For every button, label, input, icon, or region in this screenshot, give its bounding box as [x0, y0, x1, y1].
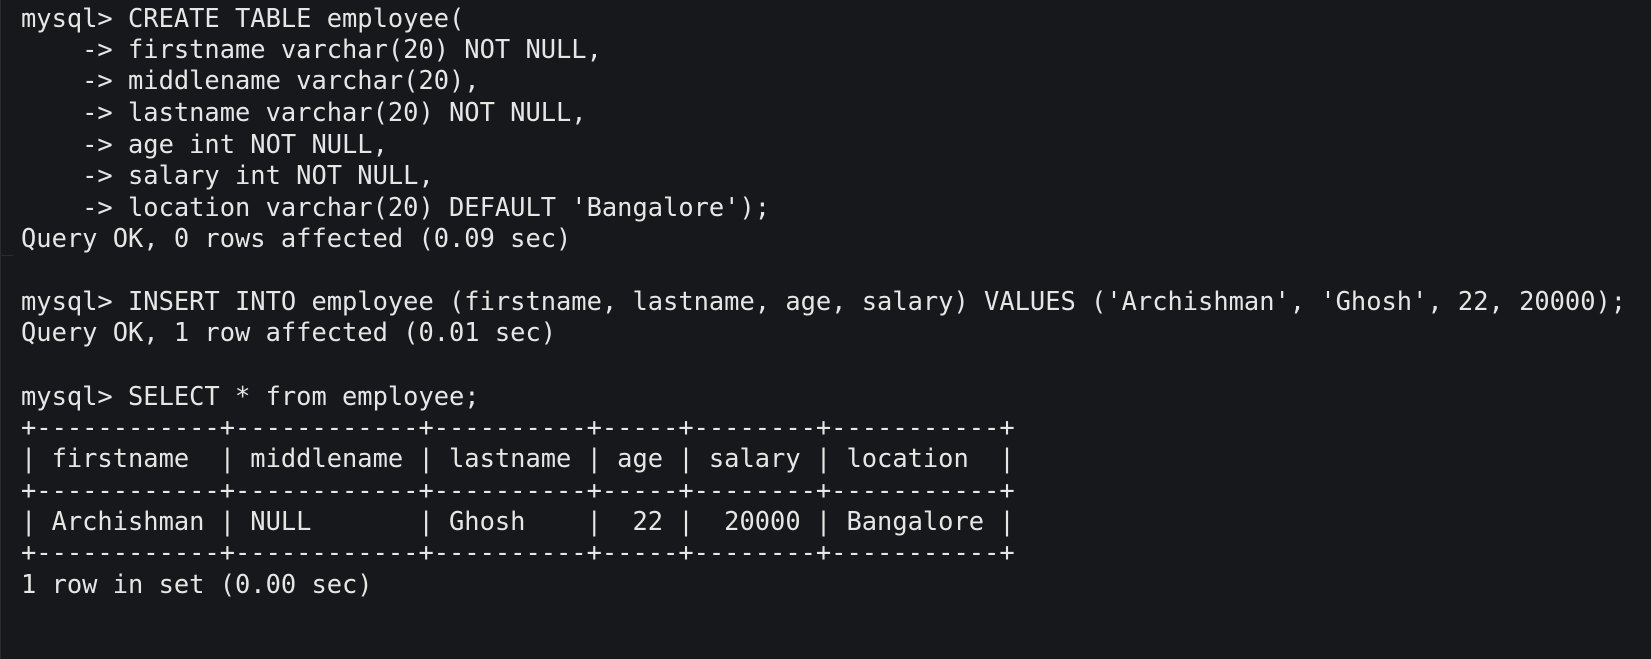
create-table-continuation: -> age int NOT NULL,: [21, 129, 388, 159]
table-row: | Archishman | NULL | Ghosh | 22 | 20000…: [21, 506, 1015, 536]
create-table-continuation: -> location varchar(20) DEFAULT 'Bangalo…: [21, 192, 771, 222]
create-table-continuation: -> salary int NOT NULL,: [21, 160, 434, 190]
create-table-continuation: -> firstname varchar(20) NOT NULL,: [21, 34, 602, 64]
create-table-continuation: -> lastname varchar(20) NOT NULL,: [21, 97, 587, 127]
table-border: +------------+------------+----------+--…: [21, 475, 1015, 505]
query-result: Query OK, 1 row affected (0.01 sec): [21, 317, 557, 347]
insert-prompt: mysql> INSERT INTO employee (firstname, …: [21, 286, 1627, 316]
gutter-divider: [1, 255, 13, 256]
table-border: +------------+------------+----------+--…: [21, 537, 1015, 567]
table-header-row: | firstname | middlename | lastname | ag…: [21, 443, 1015, 473]
table-border: +------------+------------+----------+--…: [21, 412, 1015, 442]
create-table-continuation: -> middlename varchar(20),: [21, 65, 480, 95]
select-prompt: mysql> SELECT * from employee;: [21, 381, 480, 411]
terminal-window[interactable]: mysql> CREATE TABLE employee( -> firstna…: [0, 0, 1651, 659]
query-result: 1 row in set (0.00 sec): [21, 569, 373, 599]
create-table-prompt: mysql> CREATE TABLE employee(: [21, 3, 465, 33]
query-result: Query OK, 0 rows affected (0.09 sec): [21, 223, 572, 253]
